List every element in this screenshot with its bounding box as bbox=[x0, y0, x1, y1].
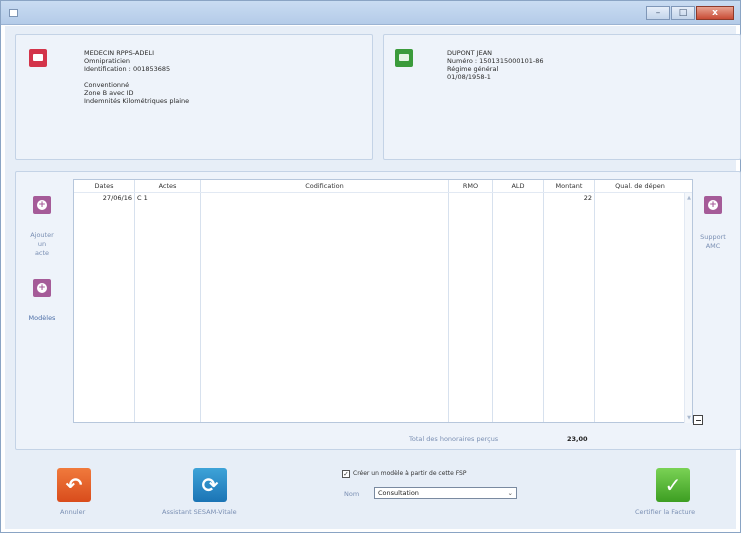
support-amc-icon: + bbox=[704, 196, 722, 214]
minimize-button[interactable]: – bbox=[646, 6, 670, 20]
name-label: Nom bbox=[344, 490, 360, 498]
cancel-button[interactable]: ↶ Annuler bbox=[52, 468, 102, 518]
patient-panel: DUPONT JEAN Numéro : 1501315000101-86 Ré… bbox=[383, 34, 741, 160]
scroll-up-icon[interactable]: ▲ bbox=[686, 195, 692, 201]
client-area: MEDECIN RPPS-ADELI Omnipraticien Identif… bbox=[5, 26, 741, 529]
close-button[interactable]: x bbox=[696, 6, 734, 20]
column-header-qual-depense[interactable]: Qual. de dépen bbox=[595, 180, 685, 192]
undo-icon: ↶ bbox=[57, 468, 91, 502]
column-header-dates[interactable]: Dates bbox=[74, 180, 134, 192]
cancel-label: Annuler bbox=[60, 508, 86, 516]
patient-line: 01/08/1958-1 bbox=[447, 73, 491, 81]
model-name-select[interactable]: Consultation ⌄ bbox=[374, 487, 517, 499]
cell-montant[interactable]: 22 bbox=[544, 193, 592, 203]
patient-info: DUPONT JEAN Numéro : 1501315000101-86 Ré… bbox=[447, 49, 544, 81]
models-button[interactable]: + Modèles bbox=[28, 279, 56, 329]
card-icon bbox=[29, 49, 47, 67]
chevron-down-icon: ⌄ bbox=[507, 489, 513, 497]
refresh-icon: ⟳ bbox=[193, 468, 227, 502]
certify-invoice-button[interactable]: ✓ Certifier la Facture bbox=[631, 468, 711, 518]
app-window: – □ x MEDECIN RPPS-ADELI Omnipraticien I… bbox=[0, 0, 741, 533]
models-icon: + bbox=[33, 279, 51, 297]
maximize-button[interactable]: □ bbox=[671, 6, 695, 20]
doctor-line: Conventionné bbox=[84, 81, 130, 89]
acts-panel: + Ajouter un acte + Modèles + Support AM… bbox=[15, 171, 741, 450]
doctor-panel: MEDECIN RPPS-ADELI Omnipraticien Identif… bbox=[15, 34, 373, 160]
column-header-actes[interactable]: Actes bbox=[135, 180, 200, 192]
create-model-checkbox[interactable]: ✓ bbox=[342, 470, 350, 478]
cell-date[interactable]: 27/06/16 bbox=[74, 193, 132, 203]
column-header-codification[interactable]: Codification bbox=[201, 180, 448, 192]
column-header-rmo[interactable]: RMO bbox=[449, 180, 492, 192]
column-header-ald[interactable]: ALD bbox=[493, 180, 543, 192]
models-label: Modèles bbox=[28, 314, 56, 322]
assistant-label: Assistant SESAM-Vitale bbox=[162, 508, 237, 516]
patient-line: DUPONT JEAN bbox=[447, 49, 493, 57]
doctor-line: Zone B avec ID bbox=[84, 89, 134, 97]
scroll-down-icon[interactable]: ▼ bbox=[686, 415, 692, 421]
doctor-line: Omnipraticien bbox=[84, 57, 131, 65]
doctor-line: Indemnités Kilométriques plaine bbox=[84, 97, 190, 105]
total-value: 23,00 bbox=[567, 435, 588, 443]
doctor-info: MEDECIN RPPS-ADELI Omnipraticien Identif… bbox=[84, 49, 189, 105]
doctor-line: MEDECIN RPPS-ADELI bbox=[84, 49, 154, 57]
create-model-label: Créer un modèle à partir de cette FSP bbox=[353, 470, 467, 477]
add-act-button[interactable]: + Ajouter un acte bbox=[28, 196, 56, 266]
cell-acte[interactable]: C 1 bbox=[137, 193, 199, 203]
acts-table: Dates Actes Codification RMO ALD Montant… bbox=[73, 179, 693, 423]
remove-row-button[interactable] bbox=[693, 415, 703, 425]
total-label: Total des honoraires perçus bbox=[409, 435, 499, 443]
patient-line: Numéro : 1501315000101-86 bbox=[447, 57, 544, 65]
doctor-line: Identification : 001853685 bbox=[84, 65, 171, 73]
window-controls: – □ x bbox=[645, 6, 734, 20]
support-amc-button[interactable]: + Support AMC bbox=[696, 196, 730, 256]
add-act-label: Ajouter un acte bbox=[30, 231, 54, 257]
model-name-value: Consultation bbox=[378, 489, 419, 497]
title-bar: – □ x bbox=[1, 1, 740, 25]
patient-line: Régime général bbox=[447, 65, 499, 73]
add-icon: + bbox=[33, 196, 51, 214]
column-header-montant[interactable]: Montant bbox=[544, 180, 594, 192]
certify-label: Certifier la Facture bbox=[635, 508, 696, 516]
table-scrollbar[interactable]: ▲ ▼ bbox=[684, 193, 692, 423]
minus-icon bbox=[696, 420, 701, 421]
app-icon bbox=[9, 9, 18, 17]
checkmark-icon: ✓ bbox=[656, 468, 690, 502]
vitale-card-icon bbox=[395, 49, 413, 67]
support-amc-label: Support AMC bbox=[700, 233, 726, 250]
assistant-sesam-vitale-button[interactable]: ⟳ Assistant SESAM-Vitale bbox=[160, 468, 260, 518]
